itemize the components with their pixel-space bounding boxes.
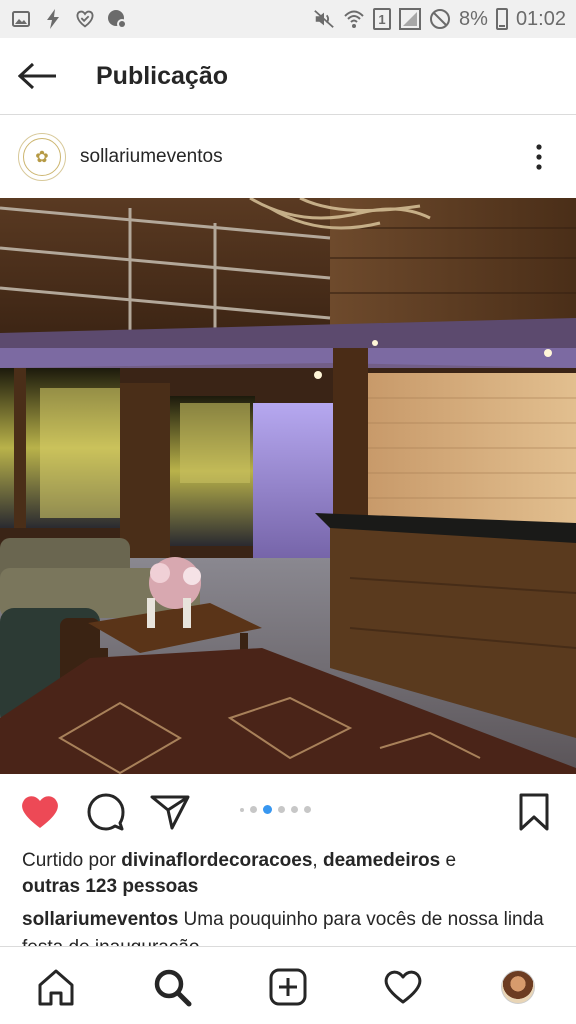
likes-separator: , <box>312 850 323 871</box>
status-system: 1 8% 01:02 <box>313 8 566 31</box>
lightning-icon <box>42 8 64 30</box>
save-button[interactable] <box>514 792 554 832</box>
vertical-dots-icon <box>536 144 542 170</box>
likes-and: e <box>440 850 457 871</box>
add-post-icon <box>269 968 307 1006</box>
author-username[interactable]: sollariumeventos <box>80 146 223 168</box>
back-button[interactable] <box>0 38 76 115</box>
liker-username[interactable]: deamedeiros <box>323 850 440 871</box>
lotus-logo-icon: ✿ <box>23 138 61 176</box>
nav-activity[interactable] <box>383 967 423 1007</box>
post-image[interactable] <box>0 198 576 774</box>
post-actions <box>0 774 576 848</box>
likes-prefix: Curtido por <box>22 850 122 871</box>
activity-icon <box>384 970 422 1004</box>
carousel-dot <box>291 806 298 813</box>
signal-icon <box>399 8 422 30</box>
nav-search[interactable] <box>152 967 192 1007</box>
do-not-disturb-icon <box>429 8 451 30</box>
carousel-dot-active <box>263 805 272 814</box>
interior-photo-illustration <box>0 198 576 774</box>
arrow-left-icon <box>18 62 56 90</box>
nav-home[interactable] <box>36 967 76 1007</box>
carousel-dot <box>304 806 311 813</box>
author-avatar[interactable]: ✿ <box>18 133 66 181</box>
liker-username[interactable]: divinaflordecoracoes <box>121 850 312 871</box>
status-time: 01:02 <box>515 7 566 30</box>
battery-percent: 8% <box>459 7 488 30</box>
page-title: Publicação <box>96 61 228 90</box>
chat-settings-icon <box>106 8 128 30</box>
sim-icon: 1 <box>373 8 392 30</box>
home-icon <box>38 969 74 1006</box>
comment-icon <box>87 793 125 831</box>
caption-username[interactable]: sollariumeventos <box>22 909 178 930</box>
comment-button[interactable] <box>86 792 126 832</box>
wifi-icon <box>343 8 365 30</box>
carousel-dot <box>250 806 257 813</box>
status-notifications <box>10 8 128 30</box>
carousel-indicator <box>240 805 311 814</box>
carousel-dot <box>278 806 285 813</box>
profile-icon <box>501 970 535 1004</box>
likes-others[interactable]: outras 123 pessoas <box>22 876 198 897</box>
paper-plane-icon <box>150 795 190 830</box>
bookmark-icon <box>519 793 549 831</box>
app-header: Publicação <box>0 38 576 115</box>
more-options-button[interactable] <box>502 116 576 198</box>
heart-check-icon <box>74 8 96 30</box>
bottom-navigation <box>0 946 576 1024</box>
heart-filled-icon <box>22 796 58 828</box>
battery-icon <box>495 8 508 30</box>
status-bar: 1 8% 01:02 <box>0 0 576 38</box>
search-icon <box>154 969 192 1007</box>
post-header: ✿ sollariumeventos <box>0 116 576 198</box>
nav-profile[interactable] <box>498 967 538 1007</box>
post-caption: sollariumeventos Uma pouquinho para você… <box>22 906 562 946</box>
nav-add-post[interactable] <box>268 967 308 1007</box>
like-button[interactable] <box>20 792 60 832</box>
image-icon <box>10 8 32 30</box>
share-button[interactable] <box>150 792 190 832</box>
mute-icon <box>313 8 335 30</box>
carousel-dot <box>240 807 244 812</box>
likes-summary[interactable]: Curtido por divinaflordecoracoes, deamed… <box>22 848 562 900</box>
